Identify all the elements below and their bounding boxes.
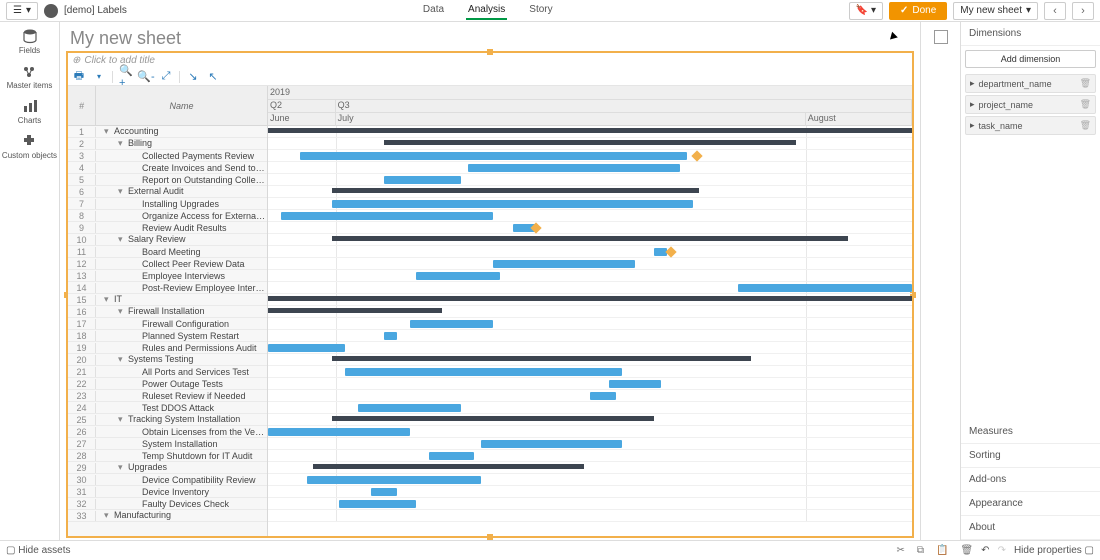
delete-icon[interactable]: 🗑 (960, 545, 973, 556)
nav-fields[interactable]: Fields (19, 28, 40, 55)
dimension-item[interactable]: ▸task_name🗑 (965, 116, 1096, 135)
table-row[interactable]: 28Temp Shutdown for IT Audit (68, 450, 267, 462)
table-row[interactable]: 7Installing Upgrades (68, 198, 267, 210)
table-row[interactable]: 29▾Upgrades (68, 462, 267, 474)
gantt-toolbar: 🖶▾ 🔍+ 🔍- ⤢ ↘ ↖ (68, 68, 912, 86)
dimension-item[interactable]: ▸project_name🗑 (965, 95, 1096, 114)
table-row[interactable]: 1▾Accounting (68, 126, 267, 138)
table-row[interactable]: 8Organize Access for External Auditors (68, 210, 267, 222)
table-row[interactable]: 20▾Systems Testing (68, 354, 267, 366)
fit-icon[interactable]: ⤢ (159, 70, 173, 84)
table-row[interactable]: 25▾Tracking System Installation (68, 414, 267, 426)
table-row[interactable]: 32Faulty Devices Check (68, 498, 267, 510)
table-row[interactable]: 3Collected Payments Review (68, 150, 267, 162)
col-name: Name (96, 86, 267, 125)
table-row[interactable]: 12Collect Peer Review Data (68, 258, 267, 270)
undo-icon[interactable]: ↶ (981, 545, 989, 556)
app-title: [demo] Labels (64, 5, 127, 16)
nav-charts[interactable]: Charts (18, 98, 42, 125)
table-row[interactable]: 9Review Audit Results (68, 222, 267, 234)
app-logo-icon (44, 4, 58, 18)
panel-section[interactable]: Sorting (961, 444, 1100, 468)
table-row[interactable]: 24Test DDOS Attack (68, 402, 267, 414)
tab-story[interactable]: Story (527, 1, 554, 20)
zoom-out-icon[interactable]: 🔍- (139, 70, 153, 84)
table-row[interactable]: 11Board Meeting (68, 246, 267, 258)
table-row[interactable]: 14Post-Review Employee Interviews (68, 282, 267, 294)
props-toggle[interactable] (920, 22, 960, 540)
prev-sheet-button[interactable]: ‹ (1044, 2, 1066, 20)
panel-section[interactable]: Measures (961, 420, 1100, 444)
asset-panel: Fields Master items Charts Custom object… (0, 22, 60, 540)
col-number: # (68, 86, 96, 125)
zoom-in-icon[interactable]: 🔍+ (119, 70, 133, 84)
cut-icon[interactable]: ✂ (896, 545, 904, 556)
nav-master-items[interactable]: Master items (7, 63, 53, 90)
nav-custom-objects[interactable]: Custom objects (2, 133, 57, 160)
table-row[interactable]: 16▾Firewall Installation (68, 306, 267, 318)
table-row[interactable]: 5Report on Outstanding Collections (68, 174, 267, 186)
table-row[interactable]: 27System Installation (68, 438, 267, 450)
tab-analysis[interactable]: Analysis (466, 1, 507, 20)
delete-dim-icon[interactable]: 🗑 (1080, 120, 1091, 131)
tab-data[interactable]: Data (421, 1, 446, 20)
table-row[interactable]: 6▾External Audit (68, 186, 267, 198)
collapse-all-icon[interactable]: ↖ (206, 70, 220, 84)
table-row[interactable]: 17Firewall Configuration (68, 318, 267, 330)
table-row[interactable]: 4Create Invoices and Send to Clients (68, 162, 267, 174)
table-row[interactable]: 33▾Manufacturing (68, 510, 267, 522)
dimension-item[interactable]: ▸department_name🗑 (965, 74, 1096, 93)
expand-all-icon[interactable]: ↘ (186, 70, 200, 84)
print-icon[interactable]: 🖶 (72, 70, 86, 84)
menu-button[interactable]: ☰ ▾ (6, 2, 38, 20)
dimensions-header[interactable]: Dimensions (961, 22, 1100, 46)
hide-properties-toggle[interactable]: Hide properties ▢ (1014, 545, 1094, 556)
done-button[interactable]: ✓Done (889, 2, 947, 20)
sheet-selector[interactable]: My new sheet ▾ (953, 2, 1038, 20)
table-row[interactable]: 26Obtain Licenses from the Vendor (68, 426, 267, 438)
table-row[interactable]: 23Ruleset Review if Needed (68, 390, 267, 402)
panel-section[interactable]: About (961, 516, 1100, 540)
next-sheet-button[interactable]: › (1072, 2, 1094, 20)
paste-icon[interactable]: 📋 (936, 545, 948, 556)
table-row[interactable]: 21All Ports and Services Test (68, 366, 267, 378)
expand-icon[interactable]: ⊕ (72, 55, 80, 66)
table-row[interactable]: 10▾Salary Review (68, 234, 267, 246)
hide-assets-toggle[interactable]: ▢ Hide assets (6, 545, 70, 556)
panel-section[interactable]: Appearance (961, 492, 1100, 516)
bookmark-button[interactable]: 🔖 ▾ (849, 2, 883, 20)
timeline-year: 2019 (270, 87, 290, 97)
panel-section[interactable]: Add-ons (961, 468, 1100, 492)
sheet-title[interactable]: My new sheet (60, 22, 920, 51)
table-row[interactable]: 31Device Inventory (68, 486, 267, 498)
grid-icon (934, 30, 948, 44)
table-row[interactable]: 15▾IT (68, 294, 267, 306)
gantt-object[interactable]: ⊕Click to add title 🖶▾ 🔍+ 🔍- ⤢ ↘ ↖ # Nam… (66, 51, 914, 538)
table-row[interactable]: 22Power Outage Tests (68, 378, 267, 390)
table-row[interactable]: 13Employee Interviews (68, 270, 267, 282)
copy-icon[interactable]: ⧉ (917, 545, 924, 556)
delete-dim-icon[interactable]: 🗑 (1080, 99, 1091, 110)
properties-panel: Dimensions Add dimension ▸department_nam… (960, 22, 1100, 540)
delete-dim-icon[interactable]: 🗑 (1080, 78, 1091, 89)
add-dimension-button[interactable]: Add dimension (965, 50, 1096, 68)
table-row[interactable]: 2▾Billing (68, 138, 267, 150)
table-row[interactable]: 19Rules and Permissions Audit (68, 342, 267, 354)
table-row[interactable]: 30Device Compatibility Review (68, 474, 267, 486)
table-row[interactable]: 18Planned System Restart (68, 330, 267, 342)
redo-icon[interactable]: ↷ (998, 545, 1006, 556)
